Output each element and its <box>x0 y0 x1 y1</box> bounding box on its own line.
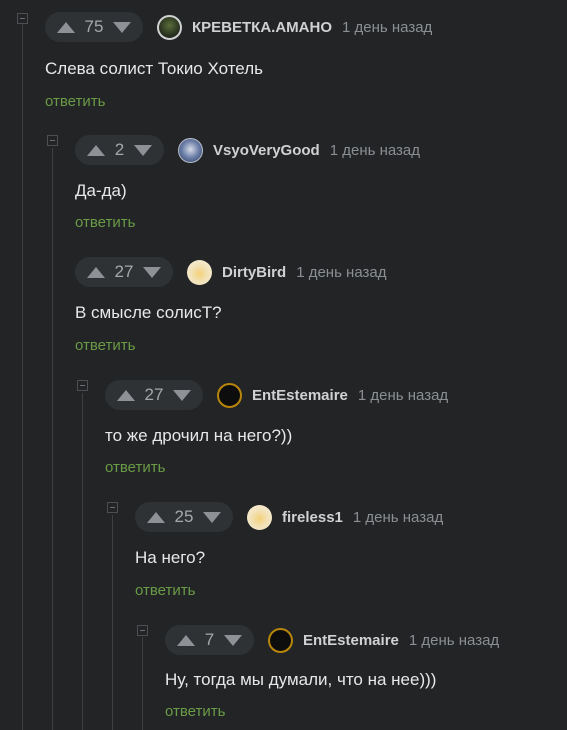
timestamp[interactable]: 1 день назад <box>342 19 432 36</box>
username[interactable]: EntEstemaire <box>303 632 399 649</box>
vote-widget: 27 <box>75 257 173 287</box>
timestamp[interactable]: 1 день назад <box>330 142 420 159</box>
timestamp[interactable]: 1 день назад <box>358 387 448 404</box>
downvote-icon[interactable] <box>203 511 221 523</box>
score: 75 <box>84 17 104 36</box>
score: 27 <box>144 385 164 404</box>
downvote-icon[interactable] <box>143 266 161 278</box>
username[interactable]: DirtyBird <box>222 264 286 281</box>
vote-widget: 75 <box>45 12 143 42</box>
upvote-icon[interactable] <box>117 389 135 401</box>
timestamp[interactable]: 1 день назад <box>409 632 499 649</box>
thread-line <box>82 393 83 730</box>
comment-header: 2 VsyoVeryGood 1 день назад <box>75 135 420 165</box>
avatar[interactable] <box>217 382 242 408</box>
downvote-icon[interactable] <box>224 634 242 646</box>
vote-widget: 27 <box>105 380 203 410</box>
comment-text: Слева солист Токио Хотель <box>45 59 263 78</box>
upvote-icon[interactable] <box>87 266 105 278</box>
comment-text: то же дрочил на него?)) <box>105 426 293 445</box>
collapse-thread-button[interactable] <box>137 625 148 636</box>
upvote-icon[interactable] <box>147 511 165 523</box>
comment-header: 7 EntEstemaire 1 день назад <box>165 625 499 655</box>
avatar[interactable] <box>268 627 293 653</box>
avatar[interactable] <box>178 137 203 163</box>
reply-link[interactable]: ответить <box>105 459 165 476</box>
thread-line <box>142 637 143 730</box>
reply-link[interactable]: ответить <box>165 703 225 720</box>
comment-header: 27 EntEstemaire 1 день назад <box>105 380 448 410</box>
collapse-thread-button[interactable] <box>77 380 88 391</box>
username[interactable]: VsyoVeryGood <box>213 142 320 159</box>
avatar[interactable] <box>157 14 182 40</box>
username[interactable]: КРЕВЕТКА.АМАНО <box>192 19 332 36</box>
downvote-icon[interactable] <box>113 21 131 33</box>
score: 25 <box>174 507 194 526</box>
collapse-thread-button[interactable] <box>17 13 28 24</box>
downvote-icon[interactable] <box>134 144 152 156</box>
comment-text: Ну, тогда мы думали, что на нее))) <box>165 670 437 689</box>
reply-link[interactable]: ответить <box>75 337 135 354</box>
comment-text: На него? <box>135 548 206 567</box>
score: 2 <box>114 140 125 159</box>
thread-line <box>22 24 23 730</box>
vote-widget: 25 <box>135 502 233 532</box>
score: 7 <box>204 630 215 649</box>
upvote-icon[interactable] <box>177 634 195 646</box>
upvote-icon[interactable] <box>87 144 105 156</box>
reply-link[interactable]: ответить <box>135 582 195 599</box>
upvote-icon[interactable] <box>57 21 75 33</box>
timestamp[interactable]: 1 день назад <box>296 264 386 281</box>
vote-widget: 2 <box>75 135 164 165</box>
thread-line <box>112 515 113 730</box>
comment-text: В смысле солисТ? <box>75 303 222 322</box>
reply-link[interactable]: ответить <box>45 93 105 110</box>
vote-widget: 7 <box>165 625 254 655</box>
collapse-thread-button[interactable] <box>47 135 58 146</box>
comment-header: 75 КРЕВЕТКА.АМАНО 1 день назад <box>45 12 432 42</box>
reply-link[interactable]: ответить <box>75 214 135 231</box>
thread-line <box>52 148 53 730</box>
comment-text: Да-да) <box>75 181 127 200</box>
comment-header: 27 DirtyBird 1 день назад <box>75 257 387 287</box>
score: 27 <box>114 262 134 281</box>
username[interactable]: EntEstemaire <box>252 387 348 404</box>
collapse-thread-button[interactable] <box>107 502 118 513</box>
downvote-icon[interactable] <box>173 389 191 401</box>
timestamp[interactable]: 1 день назад <box>353 509 443 526</box>
comment-header: 25 fireless1 1 день назад <box>135 502 443 532</box>
username[interactable]: fireless1 <box>282 509 343 526</box>
avatar[interactable] <box>247 504 272 530</box>
avatar[interactable] <box>187 259 212 285</box>
